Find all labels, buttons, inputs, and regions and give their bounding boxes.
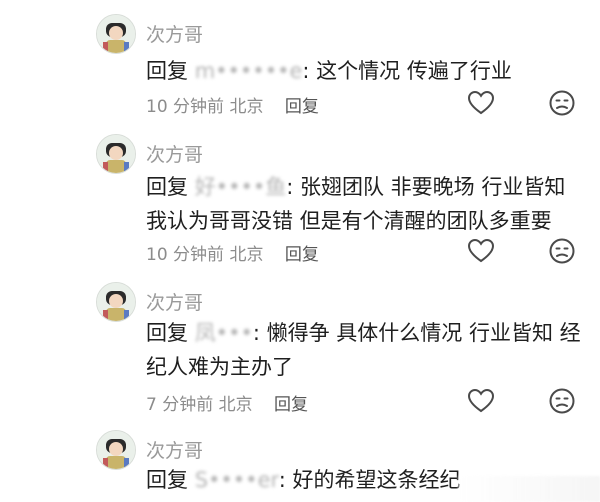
heart-outline-icon: [467, 90, 495, 115]
dislike-button[interactable]: [548, 387, 576, 415]
reply-button[interactable]: 回复: [274, 395, 308, 415]
reply-prefix: 回复: [146, 175, 188, 199]
like-button[interactable]: [467, 89, 495, 117]
timestamp-location: 10 分钟前 北京: [146, 97, 264, 117]
comment-text: 回复 m••••••e: 这个情况 传遍了行业: [146, 54, 582, 88]
unhappy-face-icon: [549, 238, 575, 264]
reply-prefix: 回复: [146, 468, 188, 492]
mention-username[interactable]: m••••••e: [195, 59, 303, 83]
timestamp-location: 7 分钟前 北京: [146, 395, 253, 415]
watermark-overlay: [458, 476, 600, 502]
reply-button[interactable]: 回复: [285, 97, 319, 117]
username[interactable]: 次方哥: [146, 20, 203, 47]
avatar[interactable]: [96, 14, 136, 54]
cartoon-avatar-icon: [97, 283, 135, 321]
reply-prefix: 回复: [146, 321, 188, 345]
heart-outline-icon: [467, 388, 495, 413]
unhappy-face-icon: [549, 90, 575, 116]
dislike-button[interactable]: [548, 89, 576, 117]
cartoon-avatar-icon: [97, 431, 135, 469]
timestamp-location: 10 分钟前 北京: [146, 245, 264, 265]
comment-body: : 好的希望这条经纪: [278, 468, 461, 492]
mention-username[interactable]: S••••er: [195, 468, 279, 492]
avatar[interactable]: [96, 430, 136, 470]
username[interactable]: 次方哥: [146, 436, 203, 463]
like-button[interactable]: [467, 387, 495, 415]
cartoon-avatar-icon: [97, 135, 135, 173]
avatar[interactable]: [96, 134, 136, 174]
cartoon-avatar-icon: [97, 15, 135, 53]
dislike-button[interactable]: [548, 237, 576, 265]
comment-meta: 10 分钟前 北京 回复: [146, 240, 319, 265]
reply-prefix: 回复: [146, 59, 188, 83]
reply-button[interactable]: 回复: [285, 245, 319, 265]
comment-body: : 这个情况 传遍了行业: [302, 59, 512, 83]
username[interactable]: 次方哥: [146, 288, 203, 315]
comment-text: 回复 好••••鱼: 张翅团队 非要晚场 行业皆知 我认为哥哥没错 但是有个清醒…: [146, 170, 582, 238]
like-button[interactable]: [467, 237, 495, 265]
heart-outline-icon: [467, 238, 495, 263]
comment-meta: 10 分钟前 北京 回复: [146, 92, 319, 117]
username[interactable]: 次方哥: [146, 140, 203, 167]
mention-username[interactable]: 好••••鱼: [195, 175, 287, 199]
comment-text: 回复 凤•••: 懒得争 具体什么情况 行业皆知 经纪人难为主办了: [146, 316, 582, 384]
unhappy-face-icon: [549, 388, 575, 414]
mention-username[interactable]: 凤•••: [195, 321, 253, 345]
avatar[interactable]: [96, 282, 136, 322]
comment-meta: 7 分钟前 北京 回复: [146, 390, 308, 415]
